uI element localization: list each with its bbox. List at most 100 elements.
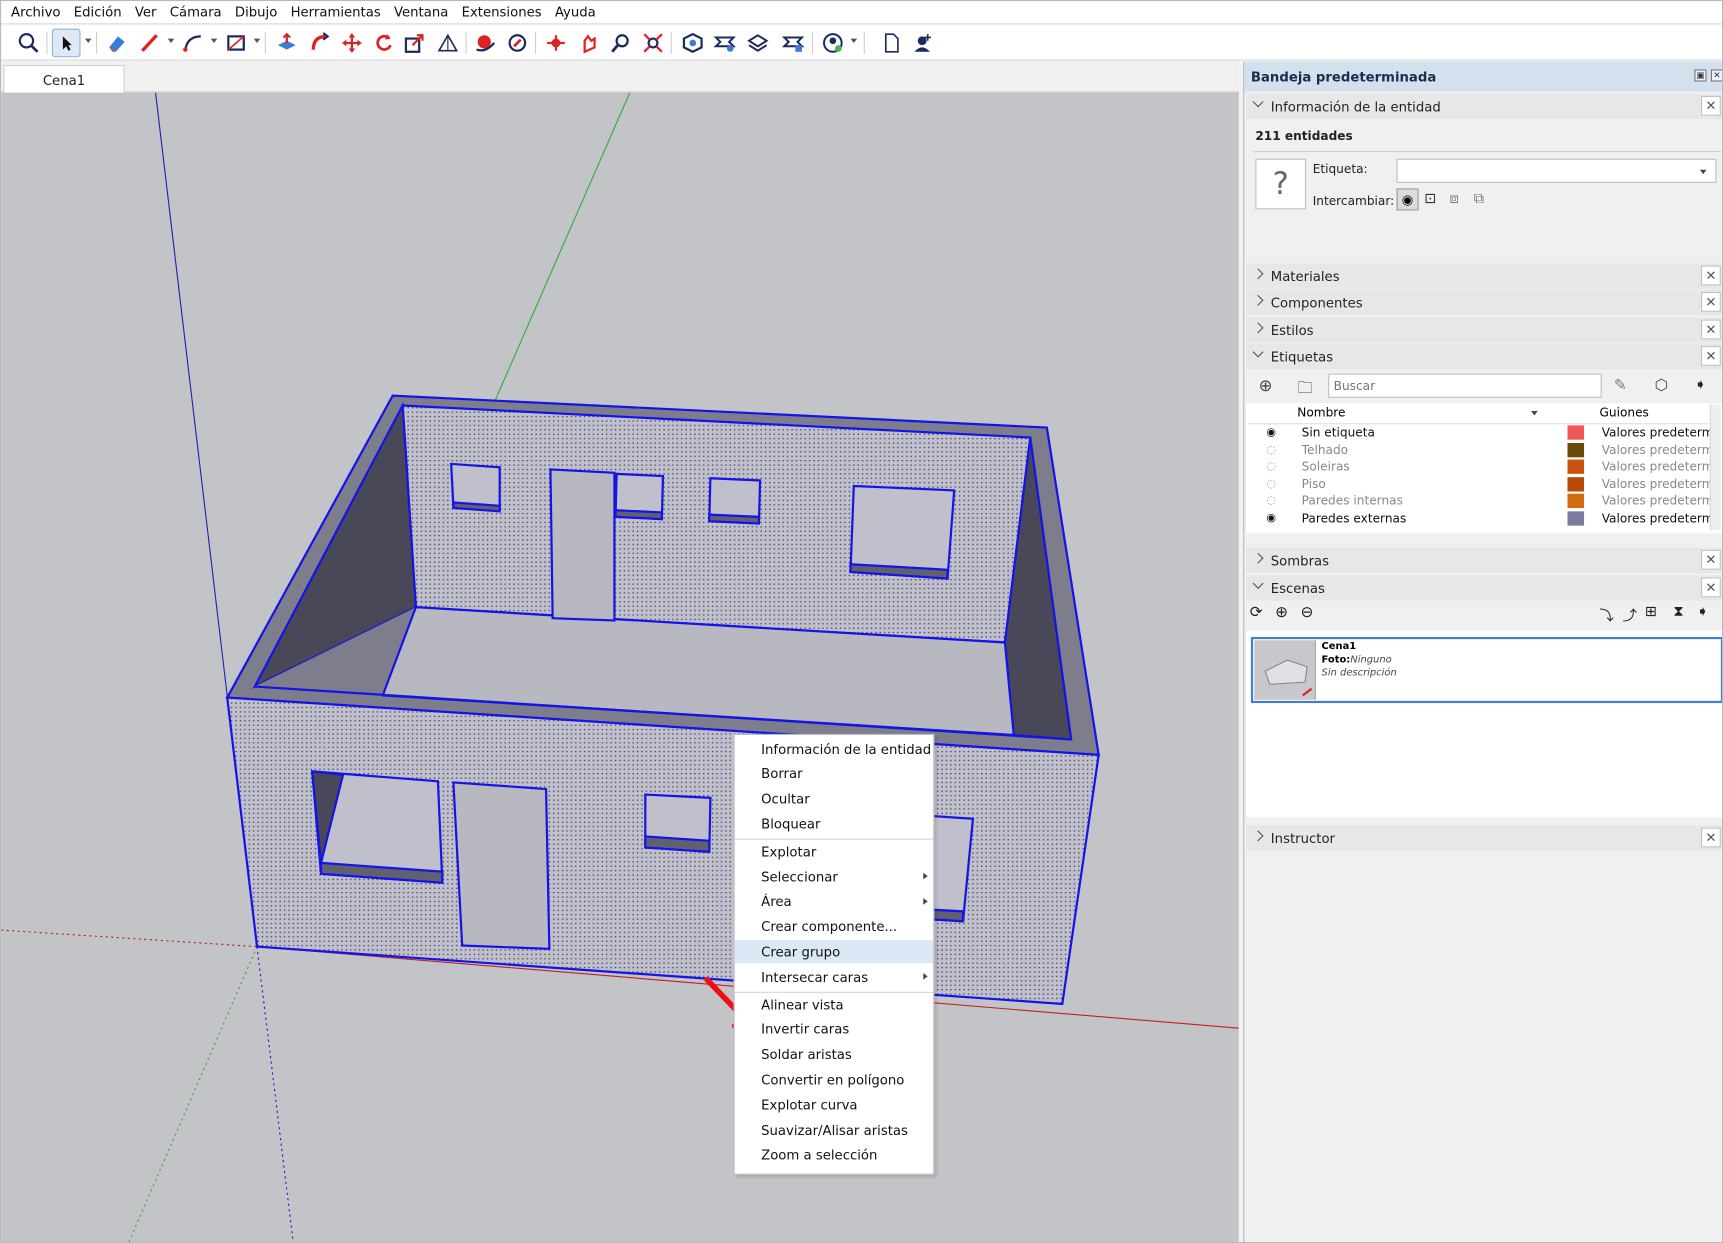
tag-dashes[interactable]: Valores predeterminados: [1602, 426, 1712, 440]
context-menu-item[interactable]: Zoom a selección: [735, 1144, 934, 1167]
zoom-icon[interactable]: [14, 29, 43, 58]
refresh-scene-icon[interactable]: ⟳: [1250, 604, 1263, 622]
visibility-eye-icon[interactable]: ◌: [1266, 478, 1276, 490]
context-menu-item[interactable]: Explotar: [735, 840, 934, 863]
context-menu-item[interactable]: Crear grupo: [734, 940, 934, 964]
context-menu-item[interactable]: Invertir caras: [735, 1018, 934, 1041]
orbit-icon[interactable]: [471, 29, 500, 58]
push-pull-icon[interactable]: [272, 29, 301, 58]
tag-color-swatch[interactable]: [1567, 493, 1585, 509]
close-icon[interactable]: ✕: [1700, 95, 1721, 116]
new-file-icon[interactable]: [877, 29, 906, 58]
scene-details-icon[interactable]: ➧: [1697, 604, 1709, 621]
tag-color-swatch[interactable]: [1567, 476, 1585, 492]
modeling-viewport[interactable]: [1, 92, 1239, 1243]
arc-icon[interactable]: [179, 29, 208, 58]
context-menu-item[interactable]: Soldar aristas: [735, 1043, 934, 1066]
section-materiales[interactable]: Materiales ✕: [1246, 263, 1722, 289]
tag-tool-icon[interactable]: ✎: [1614, 377, 1627, 395]
context-menu-item[interactable]: Crear componente...: [735, 915, 934, 938]
tray-close-icon[interactable]: ✕: [1710, 69, 1722, 82]
close-icon[interactable]: ✕: [1700, 292, 1721, 312]
visibility-eye-icon[interactable]: ◌: [1266, 495, 1276, 507]
add-tag-folder-icon[interactable]: 🗀: [1297, 376, 1312, 402]
close-icon[interactable]: ✕: [1700, 319, 1721, 340]
col-dashes-header[interactable]: Guiones: [1599, 406, 1648, 420]
tag-row[interactable]: ◌ Soleiras Valores predeterminados: [1249, 458, 1712, 475]
context-menu-item[interactable]: Información de la entidad: [735, 737, 934, 760]
color-by-tag-icon[interactable]: ⬡: [1655, 377, 1668, 395]
visibility-eye-icon[interactable]: ◌: [1266, 461, 1276, 473]
tag-dashes[interactable]: Valores predeterminados: [1602, 494, 1712, 508]
tags-scrollbar[interactable]: [1709, 404, 1721, 531]
context-menu-item[interactable]: Alinear vista: [735, 993, 934, 1016]
tag-dashes[interactable]: Valores predeterminados: [1602, 477, 1712, 491]
section-estilos[interactable]: Estilos ✕: [1246, 317, 1722, 343]
rotate-icon[interactable]: [370, 29, 399, 58]
sort-chevron-icon[interactable]: [1531, 411, 1538, 416]
tag-color-swatch[interactable]: [1567, 425, 1585, 440]
context-menu-item[interactable]: Explotar curva: [735, 1093, 934, 1116]
section-instructor[interactable]: Instructor ✕: [1246, 825, 1722, 851]
extension-icon[interactable]: [779, 29, 808, 58]
profile-icon[interactable]: [819, 29, 848, 58]
close-icon[interactable]: ✕: [1700, 265, 1721, 286]
menu-camara[interactable]: Cámara: [163, 4, 228, 19]
add-scene-icon[interactable]: ⊕: [1275, 604, 1288, 622]
tag-dashes[interactable]: Valores predeterminados: [1602, 460, 1712, 474]
context-menu-item[interactable]: Ocultar: [735, 787, 934, 810]
menu-ayuda[interactable]: Ayuda: [548, 4, 602, 19]
cast-shadows-icon[interactable]: ⧉: [1474, 191, 1484, 208]
context-menu-item[interactable]: Suavizar/Alisar aristas: [735, 1119, 934, 1142]
context-menu-item[interactable]: Borrar: [735, 762, 934, 785]
section-etiquetas[interactable]: Etiquetas ✕: [1246, 343, 1722, 370]
walk-icon[interactable]: [575, 29, 604, 58]
close-icon[interactable]: ✕: [1700, 549, 1721, 570]
zoom-extents-icon[interactable]: [639, 29, 668, 58]
eraser-icon[interactable]: [103, 29, 132, 58]
move-scene-down-icon[interactable]: ⤵: [1599, 604, 1613, 625]
pencil-line-icon[interactable]: [136, 29, 165, 58]
warehouse-icon[interactable]: [743, 29, 772, 58]
add-tag-icon[interactable]: ⊕: [1259, 376, 1273, 396]
thumbnails-icon[interactable]: ⧗: [1673, 604, 1683, 621]
tag-row[interactable]: ◉ Paredes externas Valores predeterminados: [1249, 510, 1712, 527]
context-menu-item[interactable]: Intersecar caras: [735, 966, 934, 989]
look-around-icon[interactable]: [607, 29, 636, 58]
move-scene-up-icon[interactable]: ⤴: [1623, 604, 1637, 625]
select-arrow-icon[interactable]: [51, 28, 81, 58]
section-sombras[interactable]: Sombras ✕: [1246, 547, 1722, 574]
view-options-icon[interactable]: ⊞: [1645, 604, 1657, 621]
tag-dashes[interactable]: Valores predeterminados: [1602, 443, 1712, 457]
tag-row[interactable]: ◌ Piso Valores predeterminados: [1249, 476, 1712, 493]
visibility-eye-icon[interactable]: ◉: [1396, 188, 1419, 211]
context-menu-item[interactable]: Seleccionar: [735, 865, 934, 888]
tag-row[interactable]: ◌ Telhado Valores predeterminados: [1249, 441, 1712, 458]
tag-dropdown[interactable]: [1396, 158, 1717, 183]
context-menu-item[interactable]: Convertir en polígono: [735, 1068, 934, 1091]
context-menu-item[interactable]: Bloquear: [735, 813, 934, 836]
close-icon[interactable]: ✕: [1700, 346, 1721, 366]
menu-ver[interactable]: Ver: [128, 4, 163, 19]
tag-dashes[interactable]: Valores predeterminados: [1602, 511, 1712, 525]
zoom-window-icon[interactable]: [542, 29, 571, 58]
menu-herramientas[interactable]: Herramientas: [284, 4, 387, 19]
menu-extensiones[interactable]: Extensiones: [455, 4, 548, 19]
remove-scene-icon[interactable]: ⊖: [1301, 604, 1314, 622]
visibility-eye-icon[interactable]: ◉: [1266, 512, 1276, 524]
move-icon[interactable]: [338, 29, 367, 58]
menu-edicion[interactable]: Edición: [67, 4, 128, 19]
lock-icon[interactable]: ⊡: [1424, 191, 1436, 208]
pin-icon[interactable]: ▣: [1694, 69, 1707, 82]
context-menu-item[interactable]: Área: [735, 890, 934, 913]
menu-ventana[interactable]: Ventana: [387, 4, 455, 19]
close-icon[interactable]: ✕: [1700, 577, 1721, 598]
col-name-header[interactable]: Nombre: [1297, 406, 1345, 420]
add-user-icon[interactable]: [909, 29, 938, 58]
section-componentes[interactable]: Componentes ✕: [1246, 289, 1722, 316]
receive-shadows-icon[interactable]: ⧈: [1449, 191, 1458, 208]
scale-icon[interactable]: [400, 29, 429, 58]
tag-color-swatch[interactable]: [1567, 511, 1585, 526]
model-canvas[interactable]: [1, 92, 1239, 1243]
scene-item[interactable]: Cena1 Foto:Ninguno Sin descripción: [1250, 636, 1722, 704]
